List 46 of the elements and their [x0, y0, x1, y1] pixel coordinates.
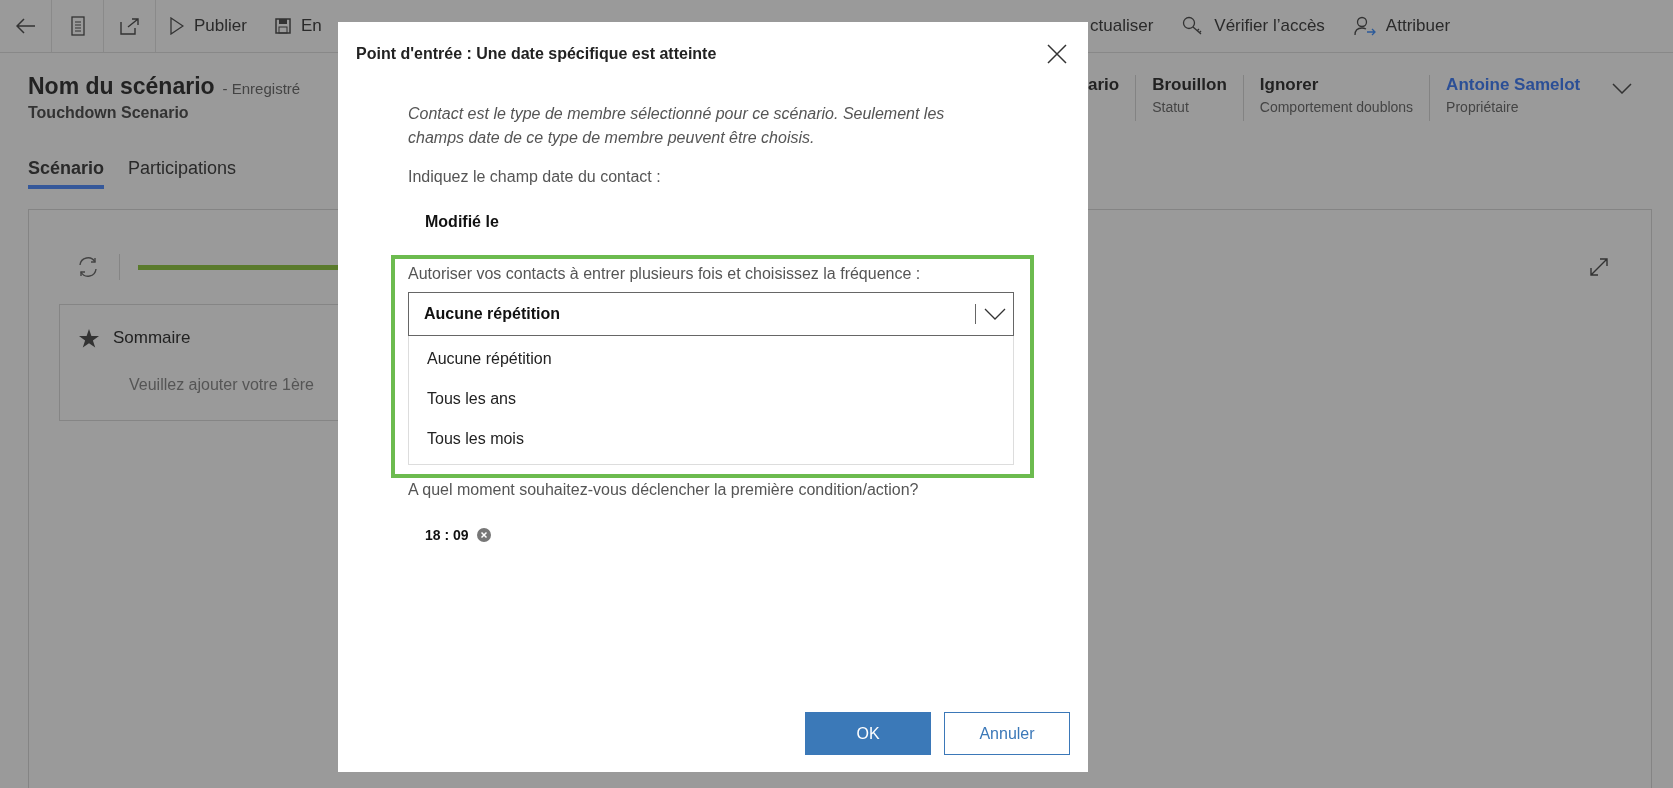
date-field-value: Modifié le [425, 213, 500, 231]
field-label: A quel moment souhaitez-vous déclencher la première condition/action? [408, 481, 920, 499]
close-icon [1047, 44, 1067, 64]
save-button[interactable]: En [260, 0, 336, 52]
tab[interactable]: Participations [128, 147, 237, 189]
save-status: - Enregistré [222, 80, 301, 97]
field-label: Autoriser vos contacts à entrer plusieurs fois et choisissez la fréquence : [408, 265, 922, 283]
record-title: Nom du scénario [28, 73, 215, 100]
ok-button[interactable]: OK [805, 712, 931, 755]
field-label: Propriétaire [1446, 99, 1520, 115]
clear-icon[interactable] [476, 528, 491, 542]
publish-button[interactable]: Publier [156, 0, 261, 52]
field-label: Statut [1152, 99, 1190, 115]
empty-hint: Veuillez ajouter votre 1ère [129, 376, 314, 394]
play-icon [170, 17, 184, 35]
field-value: Brouillon [1152, 75, 1227, 95]
dialog-title: Point d'entrée : Une date spécifique est atteinte [356, 45, 717, 63]
field-label: Indiquez le champ date du contact : [408, 168, 662, 186]
chevron-down-icon[interactable] [1612, 83, 1633, 94]
time-value: 18 : 09 [425, 527, 469, 543]
record-subtitle: Touchdown Scenario [28, 104, 190, 122]
document-icon [70, 16, 85, 36]
back-arrow-icon [15, 18, 36, 34]
owner-link[interactable]: Antoine Samelot [1446, 75, 1581, 95]
tab[interactable]: Scénario [28, 147, 105, 189]
frequency-dropdown[interactable]: Aucune répétition [408, 292, 1014, 336]
refresh-icon[interactable] [77, 256, 99, 278]
chevron-down-icon [984, 308, 1006, 320]
dropdown-option[interactable]: Aucune répétition [409, 339, 1013, 379]
dropdown-option[interactable]: Tous les ans [409, 379, 1013, 419]
cancel-button[interactable]: Annuler [944, 712, 1070, 755]
popout-icon [119, 17, 140, 35]
dropdown-option[interactable]: Tous les mois [409, 419, 1013, 459]
assign-button[interactable]: Attribuer [1339, 0, 1466, 52]
expand-icon[interactable] [1589, 257, 1609, 277]
field-value: Ignorer [1259, 75, 1320, 95]
person-arrow-icon [1353, 16, 1376, 36]
star-icon [79, 328, 99, 348]
card-title: Sommaire [113, 328, 191, 348]
field-label: Comportement doublons [1259, 99, 1414, 115]
info-text: Contact est le type de membre sélectionné pour ce scénario. Seulement les champs date de ce type de membre peuvent être choisis. [408, 104, 946, 148]
close-button[interactable] [1046, 43, 1068, 65]
refresh-button[interactable]: ctualiser [1088, 0, 1169, 52]
field-value: ario [1088, 75, 1120, 95]
check-access-button[interactable]: Vérifier l’accès [1168, 0, 1340, 52]
save-icon [274, 18, 291, 34]
